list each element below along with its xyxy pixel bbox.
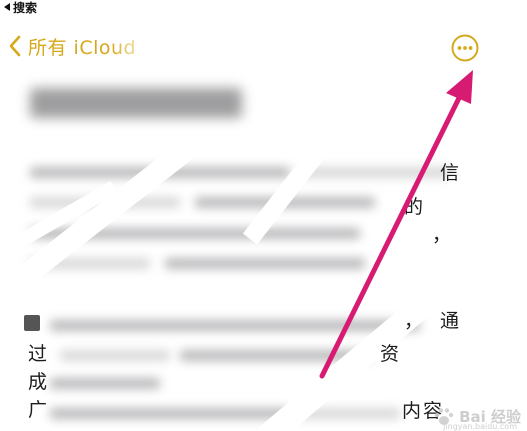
note-line: [60, 350, 170, 361]
note-text-fragment: 信: [440, 162, 460, 184]
note-text-fragment: 成: [28, 371, 48, 393]
note-bullet: [24, 315, 40, 331]
note-text-fragment: 广: [28, 399, 48, 421]
note-text-fragment: 的: [404, 196, 424, 218]
note-text-fragment: ，: [404, 310, 424, 332]
note-line: [50, 378, 160, 389]
label-fade: [110, 30, 171, 62]
note-text-fragment: 过: [28, 343, 48, 365]
nav-back-button[interactable]: 所有 iCloud: [8, 30, 171, 62]
note-line: [50, 408, 290, 419]
more-options-button[interactable]: [450, 33, 480, 63]
watermark-url: jingyan.baidu.com: [443, 422, 517, 431]
note-text-fragment: 通: [440, 310, 460, 332]
note-line: [165, 258, 365, 269]
chevron-left-icon: [9, 35, 21, 57]
status-back-label: 搜索: [13, 0, 38, 15]
note-text-fragment: ，: [432, 224, 452, 246]
note-line: [50, 320, 420, 331]
ellipsis-circle-icon: [451, 34, 479, 62]
note-text-fragment: 资: [380, 343, 400, 365]
note-body[interactable]: [0, 70, 527, 431]
status-back-to-app[interactable]: 搜索: [4, 0, 38, 15]
back-triangle-icon: [4, 3, 10, 11]
note-title-blurred: [30, 88, 242, 118]
note-text-fragment: 内: [402, 400, 422, 422]
note-line: [300, 167, 450, 178]
